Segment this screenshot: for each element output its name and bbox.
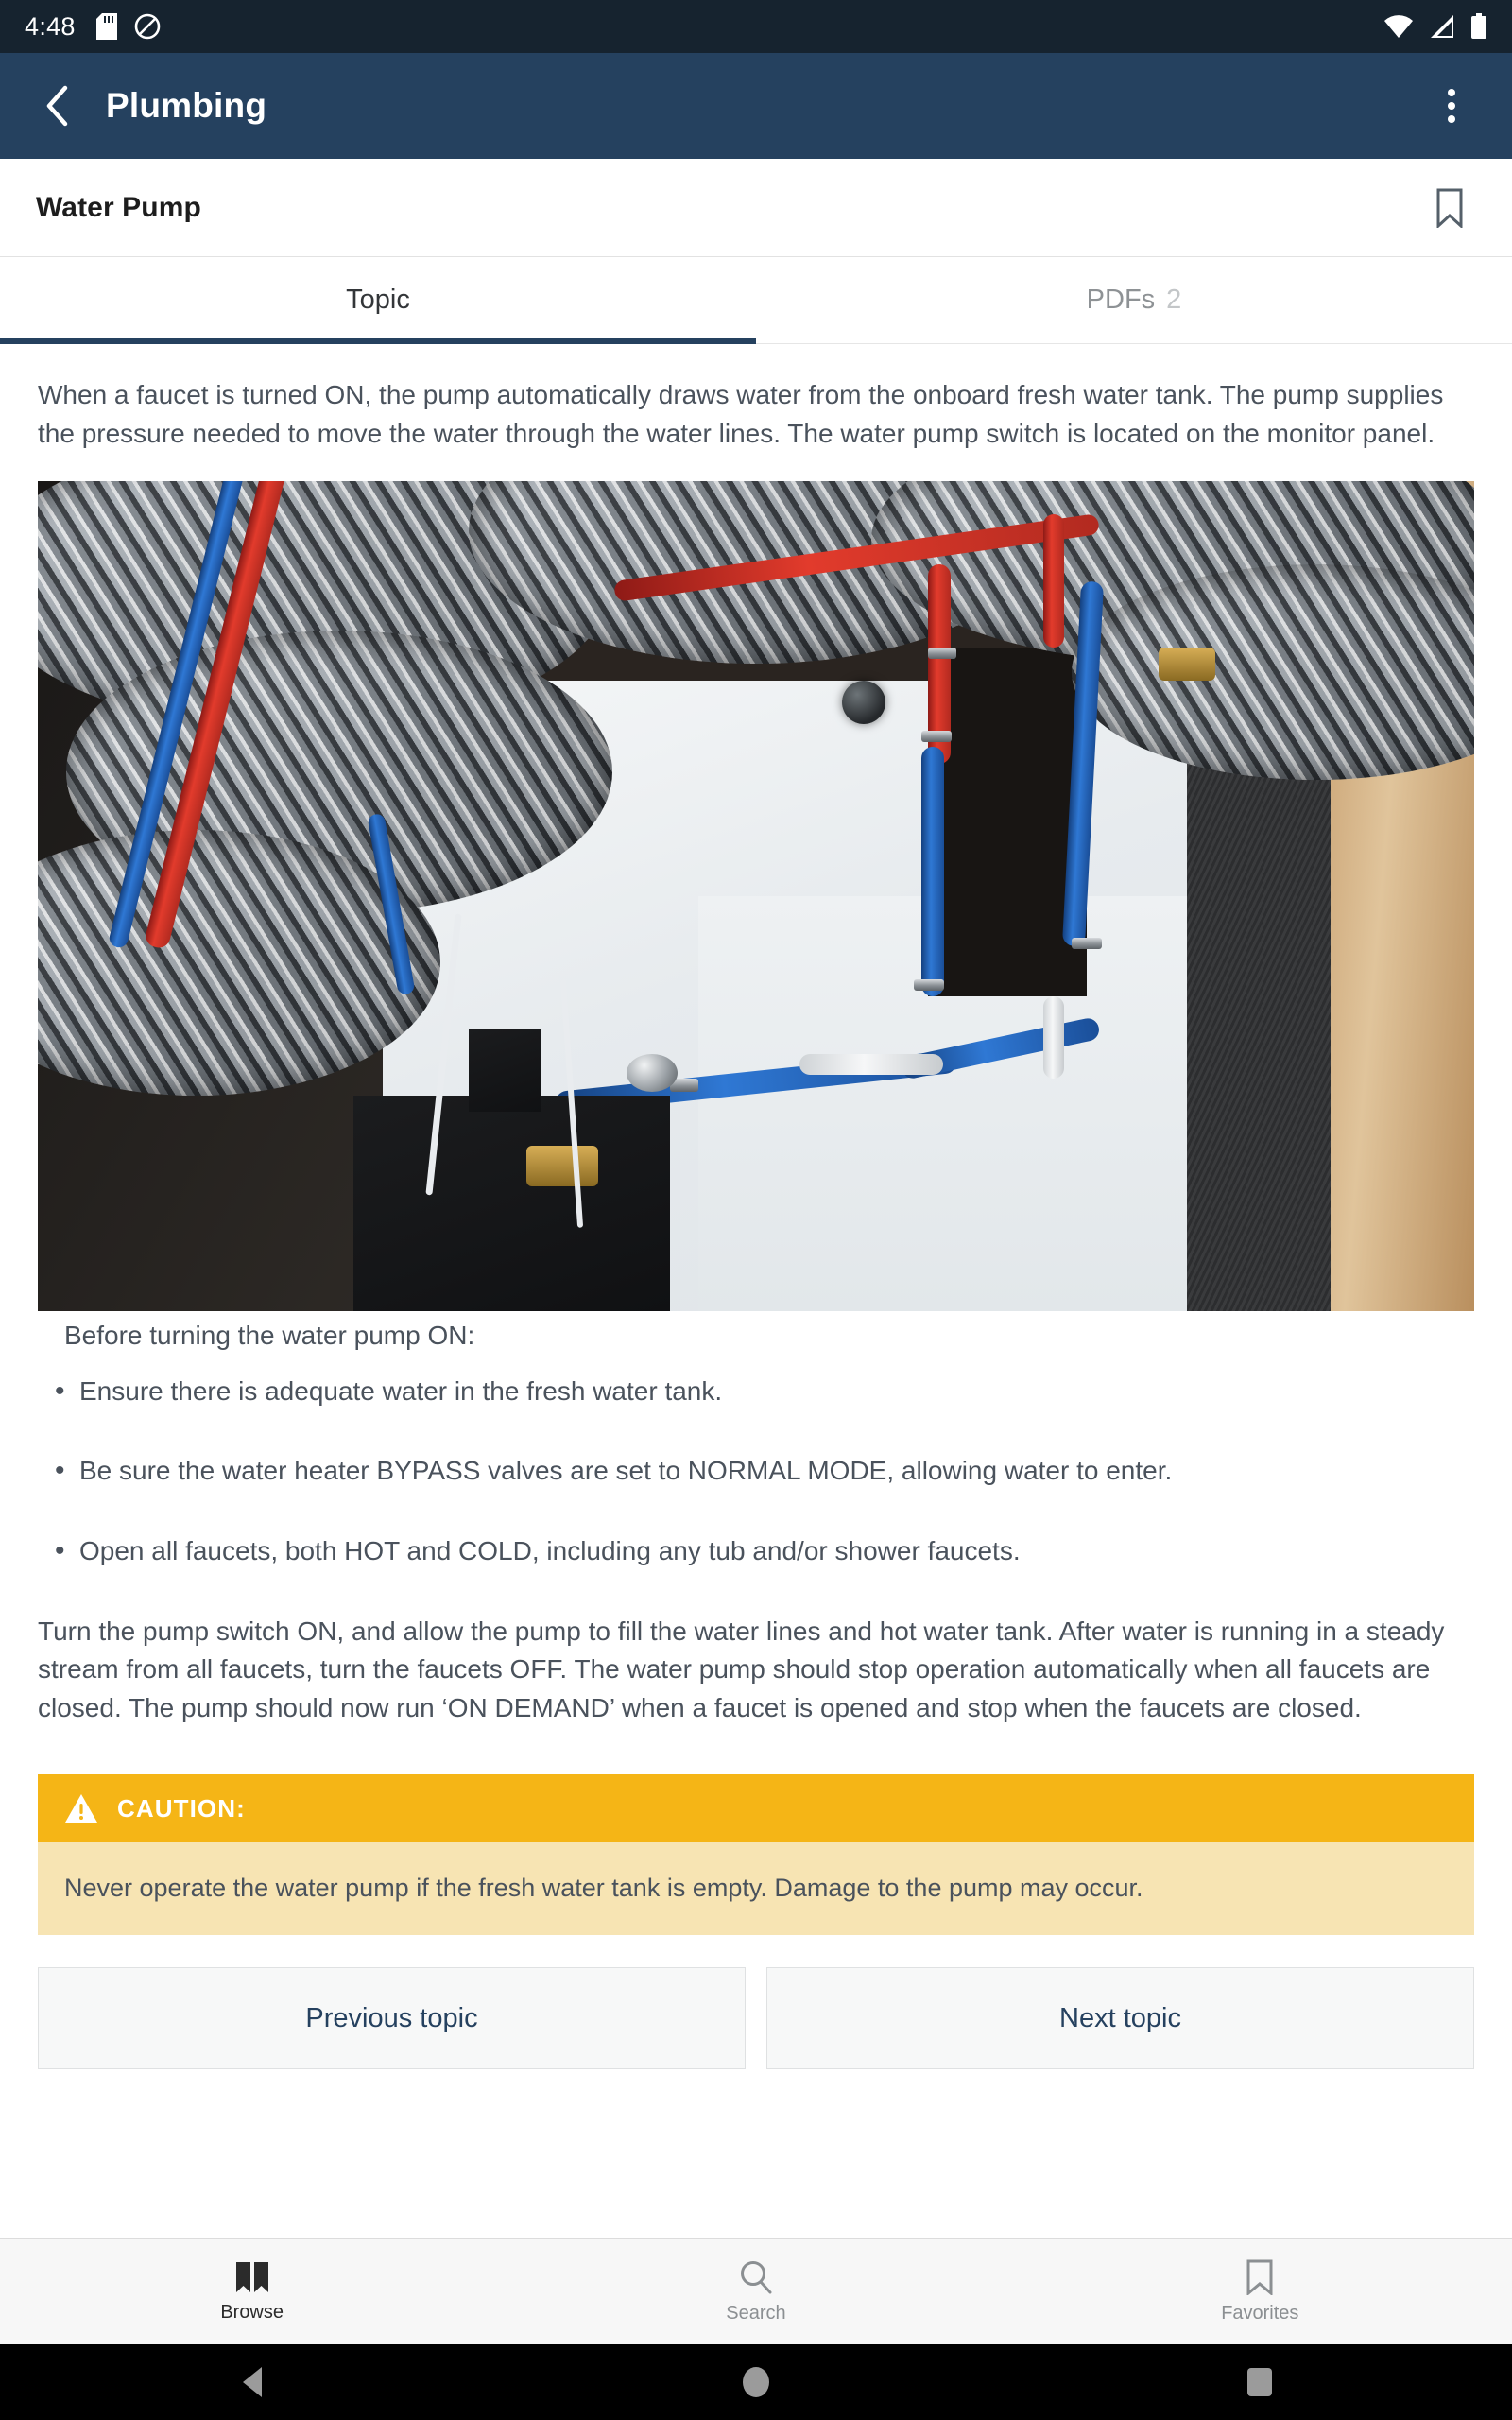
overflow-menu-button[interactable] — [1423, 78, 1480, 134]
topic-content: When a faucet is turned ON, the pump aut… — [0, 344, 1512, 2238]
status-bar-time: 4:48 — [25, 11, 76, 41]
bottom-nav-search[interactable]: Search — [504, 2239, 1007, 2344]
warning-triangle-icon — [65, 1794, 97, 1824]
topic-navigation: Previous topic Next topic — [0, 1935, 1512, 2070]
recents-square-icon — [1247, 2368, 1273, 2396]
bookmark-button[interactable] — [1423, 182, 1476, 234]
back-button[interactable] — [32, 80, 83, 131]
list-item: Ensure there is adequate water in the fr… — [38, 1371, 1474, 1411]
caution-header: CAUTION: — [38, 1774, 1474, 1843]
more-vertical-icon — [1448, 89, 1455, 96]
photo-crimp-ring-2 — [920, 730, 952, 742]
bottom-nav-favorites[interactable]: Favorites — [1008, 2239, 1512, 2344]
bookmark-outline-icon — [1436, 188, 1463, 228]
photo-red-pex-right — [1043, 514, 1064, 648]
bottom-navigation-bar: Browse Search Favorites — [0, 2238, 1512, 2344]
home-circle-icon — [742, 2367, 769, 2397]
photo-white-pipe-elbow — [1043, 995, 1064, 1080]
do-not-disturb-icon — [134, 13, 161, 40]
photo-chrome-valve-handle — [627, 1054, 679, 1092]
list-item: Open all faucets, both HOT and COLD, inc… — [38, 1530, 1474, 1571]
photo-brass-fitting-2 — [1158, 647, 1216, 681]
body-paragraph: Turn the pump switch ON, and allow the p… — [38, 1616, 1445, 1722]
preparation-list: Before turning the water pump ON: Ensure… — [0, 1317, 1512, 1571]
tab-bar: Topic PDFs 2 — [0, 257, 1512, 344]
chevron-left-icon — [46, 85, 68, 127]
more-vertical-icon-dot2 — [1448, 102, 1455, 110]
search-icon — [740, 2261, 772, 2294]
android-navigation-bar — [0, 2344, 1512, 2420]
tab-topic[interactable]: Topic — [0, 257, 756, 344]
android-back-button[interactable] — [196, 2344, 309, 2420]
next-topic-button[interactable]: Next topic — [766, 1967, 1474, 2070]
status-bar-right-icons — [1383, 13, 1487, 40]
photo-shutoff-valve — [842, 680, 886, 724]
android-home-button[interactable] — [699, 2344, 813, 2420]
photo-blue-pex-vertical — [920, 747, 944, 996]
bottom-nav-search-label: Search — [726, 2303, 786, 2324]
topic-photo — [38, 481, 1474, 1312]
bottom-nav-browse[interactable]: Browse — [0, 2239, 504, 2344]
caution-banner: CAUTION: Never operate the water pump if… — [38, 1774, 1474, 1936]
status-bar-left-icons — [95, 13, 161, 40]
previous-topic-button[interactable]: Previous topic — [38, 1967, 746, 2070]
bullet-list: Ensure there is adequate water in the fr… — [38, 1371, 1474, 1571]
tab-pdfs-label: PDFs — [1086, 285, 1156, 315]
photo-black-tank — [353, 1095, 670, 1312]
bookmark-outline-icon — [1246, 2259, 1273, 2295]
sd-card-icon — [95, 13, 117, 40]
photo-crimp-ring-3 — [914, 978, 945, 991]
photo-crimp-ring-4 — [1072, 938, 1103, 950]
app-bar: Plumbing — [0, 53, 1512, 159]
bottom-nav-browse-label: Browse — [220, 2302, 284, 2323]
bottom-nav-favorites-label: Favorites — [1221, 2303, 1299, 2324]
battery-icon — [1471, 13, 1486, 39]
cellular-signal-icon — [1431, 15, 1453, 38]
photo-dark-gap — [928, 647, 1087, 996]
caution-text: Never operate the water pump if the fres… — [38, 1842, 1474, 1936]
wifi-icon — [1384, 15, 1413, 38]
intro-paragraph: When a faucet is turned ON, the pump aut… — [38, 380, 1444, 448]
app-bar-title: Plumbing — [106, 86, 267, 125]
photo-brass-fitting — [525, 1145, 598, 1187]
more-vertical-icon-dot3 — [1448, 115, 1455, 123]
tab-pdfs[interactable]: PDFs 2 — [756, 257, 1512, 343]
bullet-intro: Before turning the water pump ON: — [64, 1321, 475, 1351]
photo-crimp-ring — [928, 647, 957, 659]
list-item: Be sure the water heater BYPASS valves a… — [38, 1450, 1474, 1491]
caution-label: CAUTION: — [117, 1793, 246, 1823]
photo-black-bracket — [469, 1028, 541, 1113]
app-screen: 4:48 Plumbing Water Pump Topic PDFs 2 Wh… — [0, 0, 1512, 2420]
page-title: Water Pump — [36, 191, 201, 223]
status-bar: 4:48 — [0, 0, 1512, 53]
topic-title-row: Water Pump — [0, 159, 1512, 257]
back-triangle-icon — [242, 2367, 262, 2397]
tab-pdfs-badge: 2 — [1166, 285, 1182, 315]
photo-white-pipe — [799, 1054, 943, 1075]
android-recents-button[interactable] — [1203, 2344, 1316, 2420]
open-book-icon — [235, 2262, 268, 2292]
tab-topic-label: Topic — [346, 285, 410, 315]
